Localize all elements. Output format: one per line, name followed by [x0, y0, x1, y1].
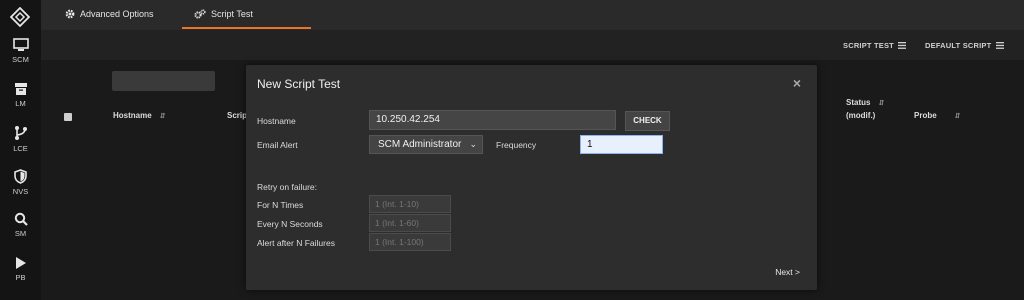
dialog-title: New Script Test	[257, 77, 341, 91]
hostname-label: Hostname	[257, 116, 296, 126]
hostname-input[interactable]: 10.250.42.254	[369, 110, 616, 130]
default-script-menu-button[interactable]: DEFAULT SCRIPT	[925, 41, 1004, 50]
column-header-label: Hostname	[113, 111, 152, 120]
menu-icon	[995, 42, 1004, 49]
logo-icon[interactable]	[10, 7, 30, 27]
sidebar-item-label: PB	[15, 273, 26, 282]
column-header-label: Scrip	[227, 111, 248, 120]
email-alert-select[interactable]: SCM Administrator ⌄	[369, 135, 483, 154]
n-failures-label: Alert after N Failures	[257, 238, 335, 248]
shield-icon	[14, 169, 27, 184]
retry-on-failure-label: Retry on failure:	[257, 182, 317, 192]
branch-icon	[14, 126, 27, 140]
check-button[interactable]: CHECK	[625, 111, 670, 131]
sort-icon: ⇵	[878, 100, 885, 107]
sidebar-item-label: LCE	[13, 144, 28, 153]
column-header-label: Probe	[914, 111, 937, 120]
chevron-down-icon: ⌄	[469, 139, 477, 149]
script-test-label: SCRIPT TEST	[843, 41, 894, 50]
active-tab-indicator	[182, 27, 311, 29]
toolbar: SCRIPT TEST DEFAULT SCRIPT	[41, 30, 1024, 60]
sidebar-item-scm[interactable]: SCM	[0, 38, 41, 64]
sidebar: SCM LM LCE NVS SM PB	[0, 0, 41, 300]
sort-icon: ⇵	[954, 113, 961, 120]
new-script-test-dialog: New Script Test × Hostname 10.250.42.254…	[246, 65, 817, 290]
tab-label: Script Test	[211, 9, 253, 19]
archive-icon	[14, 83, 27, 95]
filter-input[interactable]	[112, 71, 215, 91]
n-failures-input[interactable]: 1 (Int. 1-100)	[369, 233, 451, 251]
n-seconds-label: Every N Seconds	[257, 219, 323, 229]
monitor-icon	[12, 38, 29, 51]
sidebar-item-pb[interactable]: PB	[0, 256, 41, 282]
column-header-hostname[interactable]: Hostname ⇵	[113, 110, 166, 123]
tab-script-test[interactable]: Script Test	[194, 0, 253, 30]
column-header-sublabel: (modif.)	[846, 111, 876, 120]
select-all-checkbox[interactable]	[64, 113, 72, 121]
sidebar-item-lm[interactable]: LM	[0, 82, 41, 108]
column-header-label: Status	[846, 98, 871, 107]
email-alert-label: Email Alert	[257, 140, 298, 150]
tab-label: Advanced Options	[80, 9, 154, 19]
tab-advanced-options[interactable]: Advanced Options	[65, 0, 154, 30]
sidebar-item-label: SCM	[12, 55, 29, 64]
search-icon	[14, 212, 28, 226]
email-alert-value: SCM Administrator	[378, 139, 462, 150]
sidebar-item-lce[interactable]: LCE	[0, 125, 41, 153]
sidebar-item-nvs[interactable]: NVS	[0, 169, 41, 196]
frequency-label: Frequency	[496, 140, 537, 150]
tab-bar: Advanced Options Script Test	[41, 0, 1024, 30]
play-icon	[15, 257, 26, 269]
sidebar-item-label: NVS	[12, 187, 29, 196]
sidebar-item-label: SM	[14, 229, 27, 238]
column-header-script[interactable]: Scrip	[227, 110, 247, 122]
script-test-menu-button[interactable]: SCRIPT TEST	[843, 41, 907, 50]
sidebar-item-sm[interactable]: SM	[0, 212, 41, 238]
gears-icon	[194, 9, 206, 19]
next-button[interactable]: Next >	[775, 267, 800, 277]
menu-icon	[898, 42, 907, 49]
frequency-input[interactable]: 1	[580, 135, 663, 154]
gear-icon	[65, 9, 75, 19]
n-times-label: For N Times	[257, 200, 304, 210]
n-seconds-input[interactable]: 1 (Int. 1-60)	[369, 214, 451, 232]
n-times-input[interactable]: 1 (Int. 1-10)	[369, 195, 451, 213]
column-header-probe[interactable]: Probe ⇵	[914, 110, 961, 123]
sort-icon: ⇵	[159, 113, 166, 120]
default-script-label: DEFAULT SCRIPT	[925, 41, 992, 50]
close-icon[interactable]: ×	[793, 75, 801, 91]
sidebar-item-label: LM	[15, 99, 26, 108]
column-header-status[interactable]: Status ⇵ (modif.)	[846, 97, 884, 122]
